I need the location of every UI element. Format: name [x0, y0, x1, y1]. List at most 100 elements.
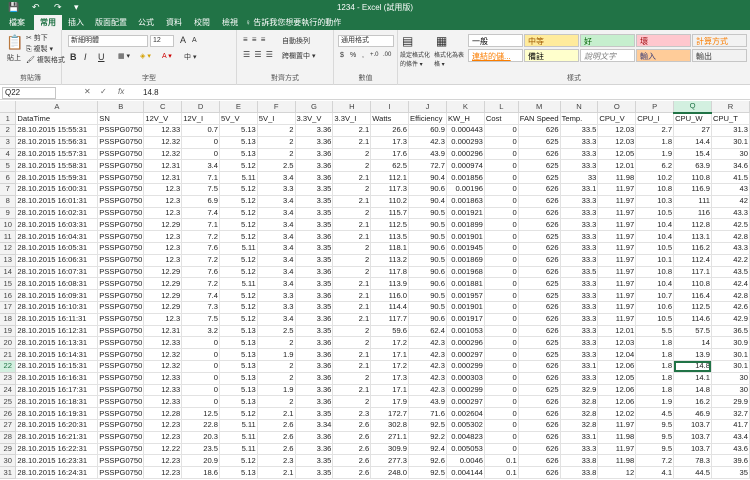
cell-C13[interactable]: 12.3	[143, 254, 183, 267]
row-header[interactable]: 26	[0, 407, 17, 421]
cell-N2[interactable]: 33.5	[560, 124, 599, 137]
cell-K15[interactable]: 0.001881	[446, 277, 485, 291]
cell-B30[interactable]: PSSPG0750	[97, 454, 145, 468]
cell-Q26[interactable]: 46.9	[673, 407, 712, 421]
cell-B11[interactable]: PSSPG0750	[97, 230, 145, 244]
cell-G29[interactable]: 3.36	[295, 443, 334, 456]
cell-style-7[interactable]: 說明文字	[580, 49, 635, 62]
cell-R6[interactable]: 41.5	[711, 171, 750, 185]
column-header-D[interactable]: D	[181, 101, 220, 114]
cell-E29[interactable]: 5.11	[219, 443, 258, 456]
cell-R22[interactable]: 30.1	[711, 360, 750, 373]
cell-J9[interactable]: 90.5	[408, 207, 447, 220]
cell-F4[interactable]: 2	[257, 148, 296, 161]
cell-Q13[interactable]: 112.4	[673, 254, 712, 267]
cell-G28[interactable]: 3.36	[295, 431, 334, 444]
cell-K8[interactable]: 0.001863	[446, 195, 485, 208]
cell-D4[interactable]: 0	[181, 148, 220, 161]
cell-Q24[interactable]: 14.8	[673, 384, 712, 397]
cancel-icon[interactable]: ✕	[84, 87, 91, 96]
cell-M7[interactable]: 626	[518, 183, 561, 196]
cell-Q30[interactable]: 78.3	[673, 454, 712, 468]
cell-J7[interactable]: 90.6	[408, 183, 447, 196]
cell-H2[interactable]: 2.1	[332, 124, 372, 137]
row-header[interactable]: 3	[0, 136, 17, 149]
cell-G27[interactable]: 3.34	[295, 419, 334, 432]
cell-L21[interactable]: 0	[484, 348, 519, 362]
cell-R20[interactable]: 30.9	[711, 336, 750, 350]
cell-F16[interactable]: 3.3	[257, 289, 296, 303]
cell-A15[interactable]: 28.10.2015 16:08:31	[15, 277, 99, 291]
cell-C23[interactable]: 12.33	[143, 372, 183, 385]
cell-E19[interactable]: 5.13	[219, 325, 258, 338]
cell-M20[interactable]: 625	[518, 336, 561, 350]
formula-input[interactable]: 14.8	[140, 87, 748, 99]
cell-D26[interactable]: 12.5	[181, 407, 220, 421]
cell-I7[interactable]: 117.3	[370, 183, 410, 196]
cell-O19[interactable]: 12.01	[597, 325, 637, 338]
cell-B16[interactable]: PSSPG0750	[97, 289, 145, 303]
cell-style-0[interactable]: 一般	[468, 34, 523, 47]
cell-F20[interactable]: 2	[257, 336, 296, 350]
cell-M30[interactable]: 626	[518, 454, 561, 468]
cell-P9[interactable]: 10.5	[635, 207, 675, 220]
cell-N15[interactable]: 33.3	[560, 277, 599, 291]
cell-R2[interactable]: 31.3	[711, 124, 750, 137]
cell-G21[interactable]: 3.36	[295, 348, 334, 362]
row-header[interactable]: 9	[0, 207, 17, 220]
row-header[interactable]: 8	[0, 195, 17, 208]
cell-G31[interactable]: 3.35	[295, 466, 334, 479]
cell-P2[interactable]: 2.7	[635, 124, 675, 137]
cell-K17[interactable]: 0.001901	[446, 301, 485, 314]
cell-H29[interactable]: 2.6	[332, 443, 372, 456]
cell-M9[interactable]: 626	[518, 207, 561, 220]
cell-D12[interactable]: 7.6	[181, 242, 220, 255]
column-header-O[interactable]: O	[597, 101, 637, 114]
cell-N5[interactable]: 33.3	[560, 159, 599, 173]
cell-C20[interactable]: 12.33	[143, 336, 183, 350]
cell-O3[interactable]: 12.03	[597, 136, 637, 149]
cell-R15[interactable]: 42.4	[711, 277, 750, 291]
cell-K11[interactable]: 0.001901	[446, 230, 485, 244]
cell-I11[interactable]: 113.5	[370, 230, 410, 244]
cell-G19[interactable]: 3.35	[295, 325, 334, 338]
cell-L1[interactable]: Cost	[484, 112, 519, 126]
cell-P4[interactable]: 1.9	[635, 148, 675, 161]
cell-F15[interactable]: 3.4	[257, 277, 296, 291]
cell-L4[interactable]: 0	[484, 148, 519, 161]
column-header-P[interactable]: P	[635, 101, 675, 114]
cell-E6[interactable]: 5.11	[219, 171, 258, 185]
cell-A18[interactable]: 28.10.2015 16:11:31	[15, 313, 99, 326]
cell-A31[interactable]: 28.10.2015 16:24:31	[15, 466, 99, 479]
cell-D28[interactable]: 20.3	[181, 431, 220, 444]
cell-O21[interactable]: 12.04	[597, 348, 637, 362]
cell-K31[interactable]: 0.004144	[446, 466, 485, 479]
cell-F29[interactable]: 2.6	[257, 443, 296, 456]
cell-Q22[interactable]: 14.8	[673, 360, 712, 373]
cell-B3[interactable]: PSSPG0750	[97, 136, 145, 149]
cell-P16[interactable]: 10.7	[635, 289, 675, 303]
cell-H27[interactable]: 2.6	[332, 419, 372, 432]
cell-I20[interactable]: 17.2	[370, 336, 410, 350]
cell-J28[interactable]: 92.2	[408, 431, 447, 444]
cell-J27[interactable]: 92.5	[408, 419, 447, 432]
cell-D3[interactable]: 0	[181, 136, 220, 149]
cell-E5[interactable]: 5.12	[219, 159, 258, 173]
cell-K26[interactable]: 0.002604	[446, 407, 485, 421]
cell-N9[interactable]: 33.3	[560, 207, 599, 220]
column-header-N[interactable]: N	[560, 101, 599, 114]
cell-C31[interactable]: 12.23	[143, 466, 183, 479]
cell-H4[interactable]: 2	[332, 148, 372, 161]
percent-button[interactable]: %	[350, 52, 356, 59]
cell-N6[interactable]: 33	[560, 171, 599, 185]
fill-color-button[interactable]: ◈ ▾	[140, 52, 151, 60]
cell-M16[interactable]: 625	[518, 289, 561, 303]
cell-L17[interactable]: 0	[484, 301, 519, 314]
cell-H11[interactable]: 2.1	[332, 230, 372, 244]
row-header[interactable]: 14	[0, 266, 17, 279]
row-header[interactable]: 17	[0, 301, 17, 314]
cell-J4[interactable]: 43.9	[408, 148, 447, 161]
cell-Q20[interactable]: 14	[673, 336, 712, 350]
cell-N1[interactable]: Temp.	[560, 112, 599, 126]
cell-P29[interactable]: 9.5	[635, 443, 675, 456]
